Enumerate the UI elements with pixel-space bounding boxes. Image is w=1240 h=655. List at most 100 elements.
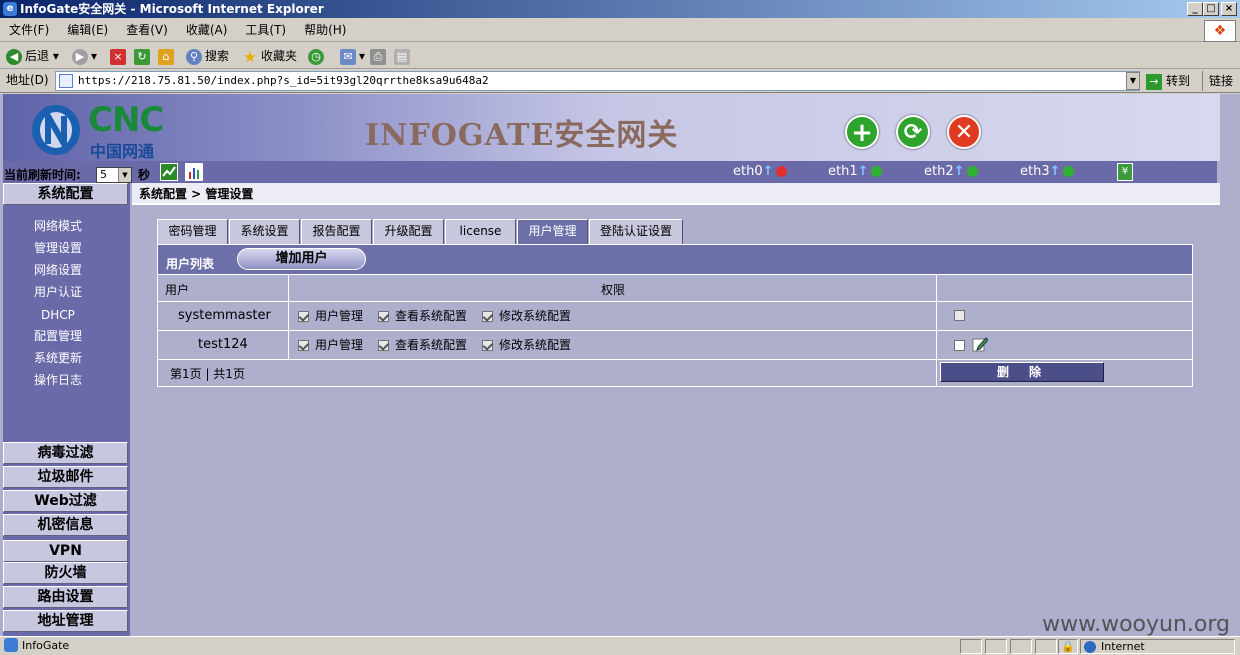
chevron-down-icon: ▼ bbox=[118, 168, 131, 182]
history-icon: ◷ bbox=[308, 48, 324, 65]
sidebar-section-confidential[interactable]: 机密信息 bbox=[3, 514, 128, 536]
print-button[interactable]: ⎙ bbox=[370, 47, 389, 65]
sidebar-section-spam[interactable]: 垃圾邮件 bbox=[3, 466, 128, 488]
sidebar-item-admin-settings[interactable]: 管理设置 bbox=[34, 240, 82, 256]
chart-line-icon[interactable] bbox=[160, 163, 178, 181]
menu-bar: 文件(F) 编辑(E) 查看(V) 收藏(A) 工具(T) 帮助(H) bbox=[0, 18, 1240, 42]
perm-user-mgmt: 用户管理 bbox=[298, 302, 363, 330]
table-header-row: 用户 权限 bbox=[158, 274, 1192, 301]
sidebar-section-address[interactable]: 地址管理 bbox=[3, 610, 128, 632]
select-row-checkbox[interactable] bbox=[954, 340, 965, 351]
add-icon[interactable]: + bbox=[845, 115, 879, 149]
tab-password[interactable]: 密码管理 bbox=[157, 219, 228, 244]
menu-file[interactable]: 文件(F) bbox=[0, 18, 58, 42]
close-window-button[interactable]: × bbox=[1221, 2, 1237, 16]
status-text: InfoGate bbox=[22, 639, 70, 652]
tab-login-auth[interactable]: 登陆认证设置 bbox=[589, 219, 683, 244]
checkbox-view-config[interactable] bbox=[378, 311, 389, 322]
edit-pencil-icon[interactable] bbox=[972, 336, 988, 352]
select-row-checkbox[interactable] bbox=[954, 310, 965, 321]
status-cell bbox=[1035, 639, 1057, 654]
perm-view-config: 查看系统配置 bbox=[378, 331, 467, 359]
col-perm-header: 权限 bbox=[601, 283, 626, 297]
forward-button[interactable]: ▶ ▾ bbox=[72, 47, 97, 65]
sidebar-item-network-settings[interactable]: 网络设置 bbox=[34, 262, 82, 278]
checkbox-modify-config[interactable] bbox=[482, 340, 493, 351]
menu-favorites[interactable]: 收藏(A) bbox=[177, 18, 237, 42]
eth0-label: eth0 bbox=[733, 164, 763, 179]
perm-label: 查看系统配置 bbox=[395, 338, 468, 352]
perm-modify-config: 修改系统配置 bbox=[482, 331, 571, 359]
go-button[interactable]: → 转到 bbox=[1146, 71, 1190, 91]
tab-upgrade-config[interactable]: 升级配置 bbox=[373, 219, 444, 244]
go-label: 转到 bbox=[1166, 74, 1191, 88]
expand-down-icon[interactable]: ¥ bbox=[1117, 163, 1133, 181]
edit-button[interactable]: ▤ bbox=[394, 47, 413, 65]
led-green-icon bbox=[1062, 166, 1074, 177]
shutdown-icon[interactable]: ✕ bbox=[947, 115, 981, 149]
sidebar-item-dhcp[interactable]: DHCP bbox=[41, 307, 75, 323]
arrow-up-icon: ↑ bbox=[953, 164, 965, 179]
sidebar-section-system-config[interactable]: 系统配置 bbox=[3, 183, 128, 205]
search-button[interactable]: ⚲ 搜索 bbox=[186, 47, 229, 65]
page-icon bbox=[59, 74, 73, 88]
checkbox-view-config[interactable] bbox=[378, 340, 389, 351]
pager-text: 第1页 | 共1页 bbox=[170, 367, 245, 381]
user-name: test124 bbox=[198, 337, 248, 352]
action-header-cell bbox=[936, 275, 1192, 301]
sync-icon[interactable]: ⟳ bbox=[896, 115, 930, 149]
zone-cell: Internet bbox=[1080, 639, 1235, 654]
perm-view-config: 查看系统配置 bbox=[378, 302, 467, 330]
menu-edit[interactable]: 编辑(E) bbox=[58, 18, 117, 42]
url-text: https://218.75.81.50/index.php?s_id=5it9… bbox=[78, 74, 489, 87]
sidebar-section-firewall[interactable]: 防火墙 bbox=[3, 562, 128, 584]
links-button[interactable]: 链接 bbox=[1202, 71, 1233, 91]
refresh-button[interactable]: ↻ bbox=[134, 47, 153, 65]
checkbox-user-mgmt[interactable] bbox=[298, 340, 309, 351]
checkbox-user-mgmt[interactable] bbox=[298, 311, 309, 322]
delete-button[interactable]: 删除 bbox=[940, 362, 1104, 382]
maximize-button[interactable]: □ bbox=[1203, 2, 1219, 16]
perm-modify-config: 修改系统配置 bbox=[482, 302, 571, 330]
eth2-label: eth2 bbox=[924, 164, 954, 179]
menu-view[interactable]: 查看(V) bbox=[117, 18, 177, 42]
browser-toolbar: ◀ 后退 ▾ ▶ ▾ × ↻ ⌂ ⚲ 搜索 ★ 收藏夹 ◷ ✉ ▾ ⎙ ▤ bbox=[0, 43, 1240, 69]
tab-system-settings[interactable]: 系统设置 bbox=[229, 219, 300, 244]
mail-button[interactable]: ✉ ▾ bbox=[340, 47, 365, 65]
home-button[interactable]: ⌂ bbox=[158, 47, 177, 65]
stop-icon: × bbox=[110, 48, 126, 65]
tab-report-config[interactable]: 报告配置 bbox=[301, 219, 372, 244]
sidebar-item-user-auth[interactable]: 用户认证 bbox=[34, 284, 82, 300]
favorites-label: 收藏夹 bbox=[261, 49, 298, 63]
sidebar-section-virus-filter[interactable]: 病毒过滤 bbox=[3, 442, 128, 464]
cnc-name: CNC bbox=[88, 100, 164, 140]
tab-user-management[interactable]: 用户管理 bbox=[517, 219, 588, 244]
lock-icon: 🔒 bbox=[1058, 639, 1078, 654]
history-button[interactable]: ◷ bbox=[308, 47, 327, 65]
sidebar-item-network-mode[interactable]: 网络模式 bbox=[34, 218, 82, 234]
sidebar-section-web-filter[interactable]: Web过滤 bbox=[3, 490, 128, 512]
eth2-status: eth2↑ bbox=[924, 164, 978, 180]
eth1-label: eth1 bbox=[828, 164, 858, 179]
window-title-bar: e InfoGate安全网关 - Microsoft Internet Expl… bbox=[0, 0, 1240, 18]
bar-chart-icon[interactable] bbox=[185, 163, 203, 181]
refresh-select[interactable]: 5 ▼ bbox=[96, 167, 132, 183]
sidebar-section-routing[interactable]: 路由设置 bbox=[3, 586, 128, 608]
add-user-button[interactable]: 增加用户 bbox=[237, 248, 366, 270]
sidebar-item-config-management[interactable]: 配置管理 bbox=[34, 328, 82, 344]
minimize-button[interactable]: _ bbox=[1187, 2, 1203, 16]
url-input[interactable]: https://218.75.81.50/index.php?s_id=5it9… bbox=[55, 71, 1140, 91]
sidebar-item-operation-log[interactable]: 操作日志 bbox=[34, 372, 82, 388]
url-dropdown-button[interactable]: ▼ bbox=[1126, 72, 1140, 90]
sidebar-item-system-update[interactable]: 系统更新 bbox=[34, 350, 82, 366]
sidebar-section-vpn[interactable]: VPN bbox=[3, 540, 128, 562]
back-button[interactable]: ◀ 后退 ▾ bbox=[6, 47, 59, 65]
menu-tools[interactable]: 工具(T) bbox=[236, 18, 295, 42]
led-red-icon bbox=[775, 166, 787, 177]
checkbox-modify-config[interactable] bbox=[482, 311, 493, 322]
menu-help[interactable]: 帮助(H) bbox=[295, 18, 355, 42]
edit-page-icon: ▤ bbox=[394, 48, 410, 65]
tab-license[interactable]: license bbox=[445, 219, 516, 244]
stop-button[interactable]: × bbox=[110, 47, 129, 65]
favorites-button[interactable]: ★ 收藏夹 bbox=[242, 47, 297, 65]
